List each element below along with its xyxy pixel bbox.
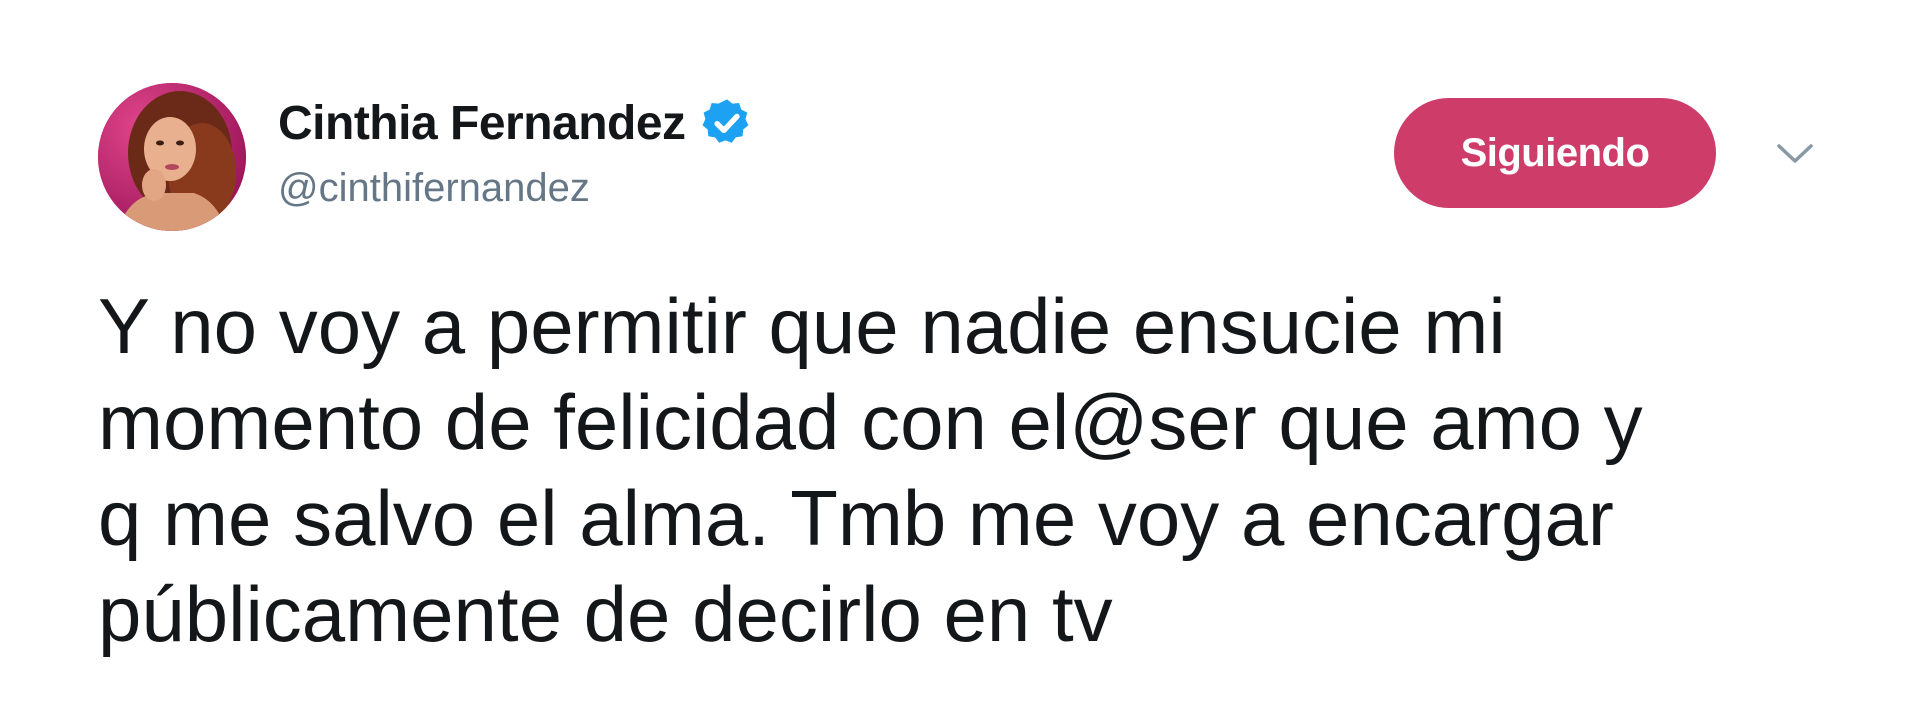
tweet-text-line: momento de felicidad con el@ser que amo … xyxy=(98,378,1643,466)
verified-badge-icon xyxy=(702,99,748,143)
user-info: Cinthia Fernandez @cinthifernandez xyxy=(278,92,754,211)
following-button[interactable]: Siguiendo xyxy=(1394,98,1716,208)
display-name[interactable]: Cinthia Fernandez xyxy=(278,96,686,151)
tweet-text: Y no voy a permitir que nadie ensucie mi… xyxy=(98,278,1858,662)
name-row: Cinthia Fernandez xyxy=(278,92,754,154)
tweet-text-line: Y no voy a permitir que nadie ensucie mi xyxy=(98,282,1506,370)
avatar[interactable] xyxy=(98,83,246,231)
tweet-card: Cinthia Fernandez @cinthifernandez Sigui… xyxy=(0,0,1920,703)
tweet-text-line: públicamente de decirlo en tv xyxy=(98,570,1113,658)
avatar-photo xyxy=(98,83,246,231)
chevron-down-icon[interactable] xyxy=(1776,142,1814,166)
tweet-text-line: q me salvo el alma. Tmb me voy a encarga… xyxy=(98,474,1614,562)
user-handle[interactable]: @cinthifernandez xyxy=(278,166,754,211)
